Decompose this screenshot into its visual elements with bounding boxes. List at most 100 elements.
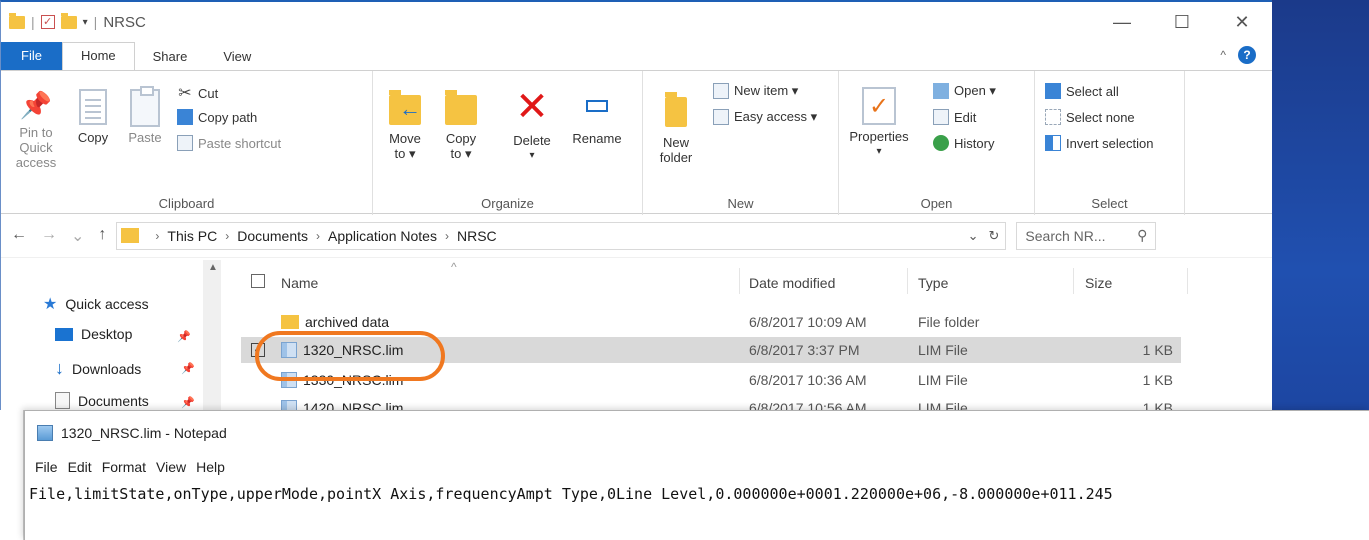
paste-button[interactable]: Paste xyxy=(123,86,167,145)
new-folder-big-icon xyxy=(665,92,687,127)
title-bar: | ✓ ▾ | NRSC — ☐ ✕ xyxy=(1,2,1272,42)
scissors-icon: ✂ xyxy=(178,85,192,102)
file-size: 1 KB xyxy=(1142,372,1173,388)
ribbon-tabs: File Home Share View ^ ? xyxy=(1,42,1272,70)
select-all-button[interactable]: Select all xyxy=(1045,83,1119,99)
breadcrumb[interactable]: › This PC › Documents › Application Note… xyxy=(116,221,1007,250)
menu-help[interactable]: Help xyxy=(196,459,225,475)
new-label: New xyxy=(727,196,754,211)
tab-file[interactable]: File xyxy=(1,42,62,70)
file-date: 6/8/2017 3:37 PM xyxy=(749,342,860,358)
window-title: NRSC xyxy=(103,13,146,31)
history-icon xyxy=(933,135,949,151)
column-name[interactable]: Name xyxy=(281,275,318,291)
search-icon: ⚲ xyxy=(1137,227,1148,243)
breadcrumb-nrsc[interactable]: NRSC xyxy=(457,228,497,244)
move-to-button[interactable]: ← Move to ▾ xyxy=(383,89,427,161)
refresh-icon[interactable]: ↻ xyxy=(989,228,1000,244)
customize-toolbar-icon[interactable]: ▾ xyxy=(83,17,88,28)
file-row[interactable]: archived data 6/8/2017 10:09 AM File fol… xyxy=(241,309,1181,335)
invert-selection-icon xyxy=(1045,135,1061,151)
open-button[interactable]: Open ▾ xyxy=(933,83,996,99)
clipboard-group: 📌 Pin to Quick access Copy Paste ✂ Cut C… xyxy=(1,71,373,215)
chevron-up-icon[interactable]: ^ xyxy=(1220,48,1226,62)
copy-path-icon xyxy=(177,109,193,125)
menu-format[interactable]: Format xyxy=(102,459,146,475)
rename-button[interactable]: Rename xyxy=(569,87,625,146)
clipboard-icon xyxy=(130,86,160,127)
search-input[interactable]: Search NR... ⚲ xyxy=(1016,221,1157,250)
close-button[interactable]: ✕ xyxy=(1212,2,1272,42)
recent-locations-icon[interactable]: ⌄ xyxy=(71,226,84,246)
cut-button[interactable]: ✂ Cut xyxy=(177,83,218,103)
column-type[interactable]: Type xyxy=(918,275,948,291)
file-name: 1330_NRSC.lim xyxy=(303,372,404,388)
edit-button[interactable]: Edit xyxy=(933,109,976,125)
copy-to-button[interactable]: Copy to ▾ xyxy=(439,89,483,161)
scroll-up-icon[interactable]: ▲ xyxy=(208,262,218,273)
edit-icon xyxy=(933,109,949,125)
nav-documents[interactable]: Documents xyxy=(55,392,149,409)
organize-group: ← Move to ▾ Copy to ▾ ✕ Delete ▾ Rename … xyxy=(373,71,643,215)
menu-file[interactable]: File xyxy=(35,459,58,475)
easy-access-icon xyxy=(713,109,729,125)
forward-arrow-icon[interactable]: → xyxy=(41,226,57,246)
desktop-icon xyxy=(55,327,73,341)
paste-shortcut-icon xyxy=(177,135,193,151)
select-none-button[interactable]: Select none xyxy=(1045,109,1135,125)
tab-view[interactable]: View xyxy=(205,44,269,70)
menu-view[interactable]: View xyxy=(156,459,186,475)
delete-x-icon: ✕ xyxy=(515,85,549,129)
notepad-title-bar: 1320_NRSC.lim - Notepad xyxy=(25,411,1369,455)
history-button[interactable]: History xyxy=(933,135,994,151)
file-list: ^ Name Date modified Type Size archived … xyxy=(241,260,1271,420)
column-date-modified[interactable]: Date modified xyxy=(749,275,835,291)
back-arrow-icon[interactable]: ← xyxy=(11,226,27,246)
minimize-button[interactable]: — xyxy=(1092,2,1152,42)
easy-access-button[interactable]: Easy access ▾ xyxy=(713,109,817,125)
new-group: New folder New item ▾ Easy access ▾ New xyxy=(643,71,839,215)
documents-icon xyxy=(55,392,70,409)
file-row-selected[interactable]: ✓ 1320_NRSC.lim 6/8/2017 3:37 PM LIM Fil… xyxy=(241,337,1181,363)
select-all-icon xyxy=(1045,83,1061,99)
new-item-icon xyxy=(713,83,729,99)
file-row[interactable]: 1330_NRSC.lim 6/8/2017 10:36 AM LIM File… xyxy=(241,367,1181,393)
move-folder-icon: ← xyxy=(389,90,421,125)
folder-icon xyxy=(281,315,299,329)
nav-quick-access[interactable]: ★ Quick access xyxy=(43,294,149,314)
select-none-icon xyxy=(1045,109,1061,125)
nav-desktop[interactable]: Desktop xyxy=(55,326,132,342)
copy-path-button[interactable]: Copy path xyxy=(177,109,257,125)
breadcrumb-documents[interactable]: Documents xyxy=(237,228,308,244)
new-folder-icon[interactable] xyxy=(60,12,77,29)
paste-shortcut-button[interactable]: Paste shortcut xyxy=(177,135,281,151)
row-checkbox[interactable]: ✓ xyxy=(251,343,265,357)
up-arrow-icon[interactable]: ↑ xyxy=(98,226,106,246)
nav-downloads[interactable]: ↓ Downloads xyxy=(55,358,141,379)
copy-button[interactable]: Copy xyxy=(73,89,113,145)
pin-to-quick-access-button[interactable]: 📌 Pin to Quick access xyxy=(5,85,67,171)
help-icon[interactable]: ? xyxy=(1238,46,1256,64)
tab-home[interactable]: Home xyxy=(61,42,135,70)
maximize-button[interactable]: ☐ xyxy=(1152,2,1212,42)
select-all-checkbox[interactable] xyxy=(251,274,265,288)
quick-access-toolbar: | ✓ ▾ | xyxy=(9,12,97,30)
open-icon xyxy=(933,83,949,99)
breadcrumb-application-notes[interactable]: Application Notes xyxy=(328,228,437,244)
properties-button[interactable]: ✓ Properties ▾ xyxy=(849,87,909,159)
column-size[interactable]: Size xyxy=(1085,275,1112,291)
delete-button[interactable]: ✕ Delete ▾ xyxy=(507,87,557,163)
menu-edit[interactable]: Edit xyxy=(68,459,92,475)
breadcrumb-this-pc[interactable]: This PC xyxy=(167,228,217,244)
background-window-edge xyxy=(0,410,24,540)
invert-selection-button[interactable]: Invert selection xyxy=(1045,135,1153,151)
file-type: LIM File xyxy=(918,342,968,358)
nav-scrollbar[interactable]: ▲ xyxy=(203,260,221,420)
address-dropdown-icon[interactable]: ⌄ xyxy=(968,228,979,244)
new-item-button[interactable]: New item ▾ xyxy=(713,83,798,99)
notepad-text-area[interactable]: File,limitState,onType,upperMode,pointX … xyxy=(25,479,1369,503)
properties-check-icon[interactable]: ✓ xyxy=(40,15,55,29)
properties-icon: ✓ xyxy=(862,87,896,125)
tab-share[interactable]: Share xyxy=(135,44,206,70)
new-folder-button[interactable]: New folder xyxy=(653,91,699,165)
